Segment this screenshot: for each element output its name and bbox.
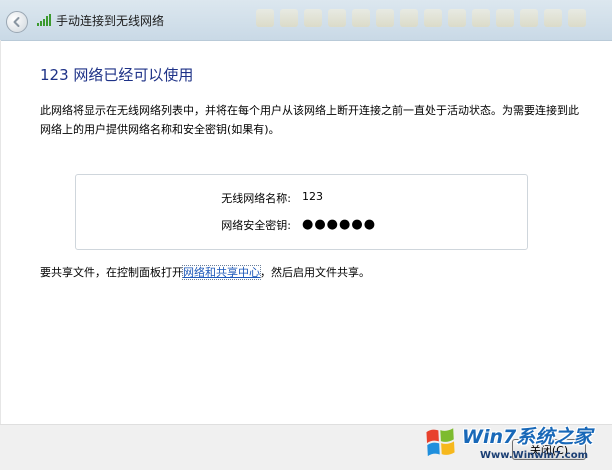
- share-suffix: ，然后启用文件共享。: [260, 266, 370, 279]
- network-name-value: 123: [302, 190, 323, 203]
- dialog-footer: 关闭(C): [0, 424, 612, 470]
- description-text: 此网络将显示在无线网络列表中，并将在每个用户从该网络上断开连接之前一直处于活动状…: [40, 104, 579, 136]
- title-background: [250, 0, 612, 36]
- security-key-row: 网络安全密钥: ●●●●●●: [76, 217, 527, 235]
- network-name-row: 无线网络名称: 123: [76, 190, 527, 208]
- page-heading: 123 网络已经可以使用: [40, 66, 194, 84]
- connect-wireless-dialog: 手动连接到无线网络 123 网络已经可以使用 此网络将显示在无线网络列表中，并将…: [0, 0, 612, 470]
- close-button[interactable]: 关闭(C): [512, 439, 586, 460]
- wireless-signal-icon: [37, 14, 51, 26]
- title-bar: 手动连接到无线网络: [0, 0, 612, 41]
- network-name-label: 无线网络名称:: [221, 192, 291, 205]
- share-prefix: 要共享文件，在控制面板打开: [40, 266, 183, 279]
- share-instructions: 要共享文件，在控制面板打开网络和共享中心，然后启用文件共享。: [40, 264, 370, 280]
- network-sharing-center-link[interactable]: 网络和共享中心: [182, 265, 261, 280]
- back-button[interactable]: [6, 11, 28, 33]
- security-key-label: 网络安全密钥:: [221, 219, 291, 232]
- security-key-value: ●●●●●●: [302, 217, 377, 232]
- window-title: 手动连接到无线网络: [56, 14, 165, 28]
- network-info-box: 无线网络名称: 123 网络安全密钥: ●●●●●●: [75, 174, 528, 250]
- window-border: [0, 40, 1, 424]
- back-arrow-icon: [13, 17, 20, 27]
